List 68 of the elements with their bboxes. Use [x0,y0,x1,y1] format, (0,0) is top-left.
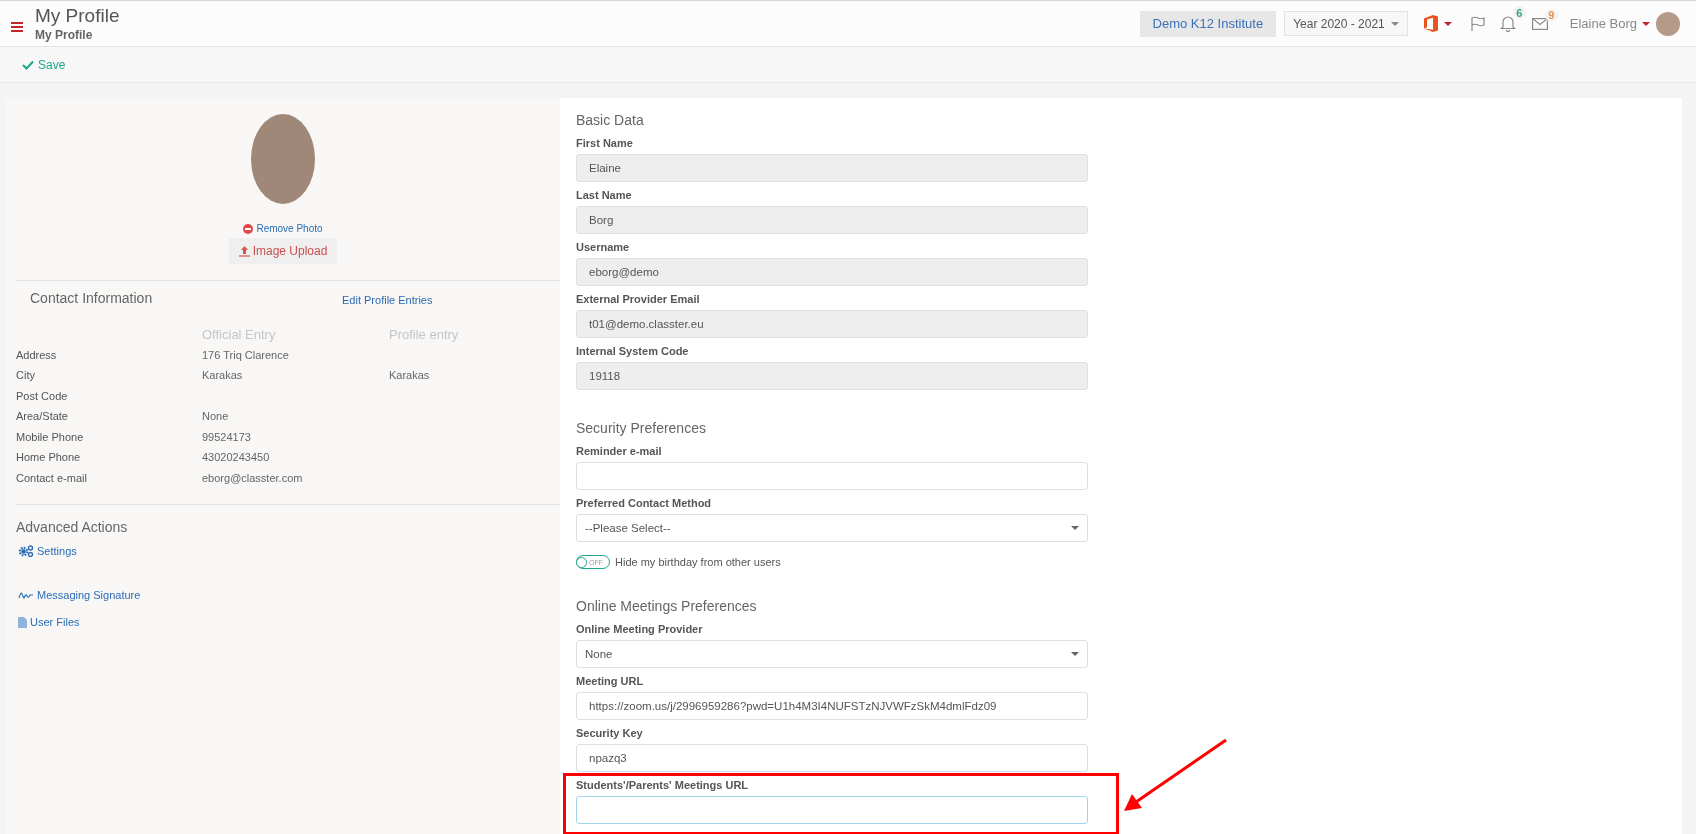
field-label: Last Name [576,188,633,202]
image-upload-button[interactable]: Image Upload [228,238,338,264]
toggle-label: Hide my birthday from other users [615,556,781,568]
field-label: First Name [576,136,634,150]
input-field[interactable]: t01@demo.classter.eu [576,310,1088,338]
official-value: None [202,410,230,423]
minus-circle-icon [243,223,254,234]
user-menu[interactable]: Elaine Borg [1569,16,1650,31]
action-link[interactable]: Messaging Signature [18,589,141,601]
office-icon [1423,15,1438,32]
field-label: Students'/Parents' Meetings URL [576,778,750,792]
field-label: Address [16,348,58,361]
input-field[interactable] [576,462,1088,490]
field-label: External Provider Email [576,292,701,306]
page-title: My Profile [35,4,120,27]
section-heading: Contact Information [29,289,154,306]
action-link[interactable]: Settings [18,545,77,557]
signature-icon [18,590,34,600]
breadcrumb: My Profile [35,26,94,43]
section-heading: Basic Data [576,111,645,130]
year-dropdown[interactable]: Year 2020 - 2021 [1284,11,1408,36]
flag-icon[interactable] [1469,15,1486,32]
input-field[interactable] [576,796,1088,824]
envelope-icon[interactable] [1531,17,1548,30]
field-label: Mobile Phone [16,430,85,443]
official-value: 176 Triq Clarence [202,348,290,361]
office-menu[interactable] [1423,15,1452,32]
field-label: Post Code [16,389,69,402]
input-field[interactable]: Borg [576,206,1088,234]
edit-profile-link[interactable]: Edit Profile Entries [342,294,560,306]
input-field[interactable]: Elaine [576,154,1088,182]
field-label: Preferred Contact Method [576,496,713,510]
bell-icon[interactable] [1499,15,1516,32]
input-field[interactable]: eborg@demo [576,258,1088,286]
input-field[interactable]: https://zoom.us/j/2996959286?pwd=U1h4M3I4NUFSTzNJVWFzSkM4dmlFdz09 [576,692,1088,720]
select-field[interactable]: None [576,640,1088,668]
official-value: 99524173 [202,430,252,443]
notification-count: 6 [1512,6,1526,19]
field-label: Meeting URL [576,674,645,688]
input-field[interactable]: 19118 [576,362,1088,390]
official-value: 43020243450 [202,451,271,464]
field-label: Username [576,240,631,254]
section-heading: Online Meetings Preferences [576,597,758,616]
remove-photo-link[interactable]: Remove Photo [243,223,323,234]
field-label: Security Key [576,726,644,740]
institute-button[interactable]: Demo K12 Institute [1139,10,1277,37]
field-label: City [16,369,36,382]
field-label: Online Meeting Provider [576,622,704,636]
field-label: Contact e-mail [16,471,88,484]
field-label: Reminder e-mail [576,444,663,458]
official-value: eborg@classter.com [202,471,304,484]
field-label: Area/State [16,410,69,423]
input-field[interactable]: npazq3 [576,744,1088,772]
profile-value: Karakas [389,369,431,382]
avatar-circle[interactable] [1656,11,1680,36]
section-heading: Security Preferences [576,419,707,438]
action-link[interactable]: User Files [18,616,80,628]
select-field[interactable]: --Please Select-- [576,514,1088,542]
field-label: Internal System Code [576,344,690,358]
field-label: Home Phone [16,451,82,464]
notification-count: 9 [1544,8,1558,22]
check-icon [22,59,34,70]
official-value: Karakas [202,369,244,382]
file-icon [18,616,27,628]
upload-icon [238,245,250,257]
section-heading: Advanced Actions [16,519,129,535]
gears-icon [18,545,34,557]
menu-icon[interactable] [11,21,23,32]
